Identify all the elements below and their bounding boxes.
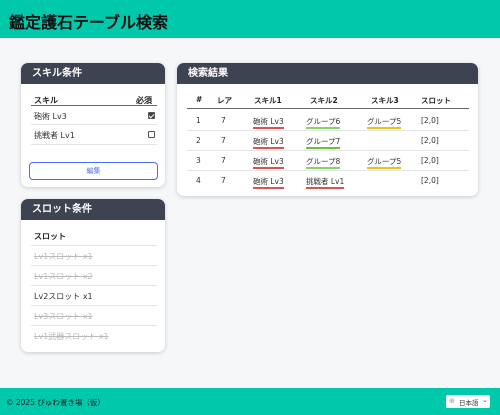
slot-label: Lv1スロット x1	[34, 252, 93, 261]
app-footer: © 2025 ぴゅわ置き場（仮） ⊕ 日本語 ⌄	[0, 388, 500, 415]
column-header-skill3: スキル3	[371, 96, 399, 105]
cell-skill2: グループ8	[306, 156, 341, 169]
cell-skill1: 砲術 Lv3	[253, 176, 284, 189]
row-divider	[187, 150, 469, 151]
slot-label: Lv2スロット x1	[34, 292, 93, 301]
required-checkbox[interactable]	[148, 112, 155, 119]
cell-skill1: 砲術 Lv3	[253, 156, 284, 169]
cell-skill1: 砲術 Lv3	[253, 116, 284, 129]
slot-row[interactable]: Lv1スロット x2	[31, 265, 157, 285]
cell-rarity: 7	[221, 136, 226, 145]
slot-row[interactable]: Lv1武器スロット x1	[31, 325, 157, 345]
table-header-divider	[187, 108, 469, 109]
cell-number: 1	[196, 116, 201, 125]
cell-number: 3	[196, 156, 201, 165]
edit-skills-button[interactable]: 編集	[29, 162, 158, 180]
slot-label: Lv3スロット x1	[34, 312, 93, 321]
slot-row[interactable]: Lv1スロット x1	[31, 245, 157, 265]
slot-conditions-card: スロット条件 スロット Lv1スロット x1 Lv1スロット x2 Lv2スロッ…	[21, 199, 165, 352]
cell-slot: [2,0]	[421, 136, 439, 145]
skill-conditions-card: スキル条件 スキル 必須 砲術 Lv3 挑戦者 Lv1 編集	[21, 63, 165, 187]
cell-skill2: グループ6	[306, 116, 341, 129]
cell-rarity: 7	[221, 156, 226, 165]
cell-slot: [2,0]	[421, 156, 439, 165]
cell-skill2: グループ7	[306, 136, 341, 149]
row-divider	[187, 170, 469, 171]
slot-row[interactable]: Lv3スロット x1	[31, 305, 157, 325]
results-title: 検索結果	[177, 63, 478, 84]
cell-slot: [2,0]	[421, 116, 439, 125]
copyright-text: © 2025 ぴゅわ置き場（仮）	[6, 398, 105, 407]
slot-label: Lv1スロット x2	[34, 272, 93, 281]
globe-icon: ⊕	[449, 397, 455, 405]
cell-rarity: 7	[221, 116, 226, 125]
cell-skill3: グループ5	[367, 156, 402, 169]
row-divider	[187, 130, 469, 131]
slot-column-header: スロット	[34, 232, 66, 241]
column-header-slot: スロット	[421, 96, 451, 105]
search-results-card: 検索結果 # レア スキル1 スキル2 スキル3 スロット 1 7 砲術 Lv3…	[177, 63, 478, 196]
cell-rarity: 7	[221, 176, 226, 185]
app-header: 鑑定護石テーブル検索	[0, 0, 500, 38]
required-checkbox[interactable]	[148, 131, 155, 138]
column-header-skill2: スキル2	[310, 96, 338, 105]
chevron-down-icon: ⌄	[482, 396, 488, 404]
skill-row: 砲術 Lv3	[31, 105, 157, 125]
page-title: 鑑定護石テーブル検索	[9, 13, 169, 32]
cell-skill1: 砲術 Lv3	[253, 136, 284, 149]
slot-label: Lv1武器スロット x1	[34, 332, 109, 341]
language-selector[interactable]: ⊕ 日本語 ⌄	[446, 395, 490, 408]
column-header-rarity: レア	[217, 96, 232, 105]
cell-number: 2	[196, 136, 201, 145]
cell-number: 4	[196, 176, 201, 185]
column-header-number: #	[196, 95, 203, 104]
skill-row: 挑戦者 Lv1	[31, 125, 157, 145]
column-header-skill1: スキル1	[254, 96, 282, 105]
skill-card-title: スキル条件	[21, 63, 165, 84]
slot-card-title: スロット条件	[21, 199, 165, 220]
cell-skill3: グループ5	[367, 116, 402, 129]
cell-slot: [2,0]	[421, 176, 439, 185]
skill-label: 砲術 Lv3	[34, 112, 67, 121]
language-label: 日本語	[459, 399, 479, 407]
skill-label: 挑戦者 Lv1	[34, 131, 75, 140]
cell-skill2: 挑戦者 Lv1	[306, 176, 345, 189]
slot-row[interactable]: Lv2スロット x1	[31, 285, 157, 305]
